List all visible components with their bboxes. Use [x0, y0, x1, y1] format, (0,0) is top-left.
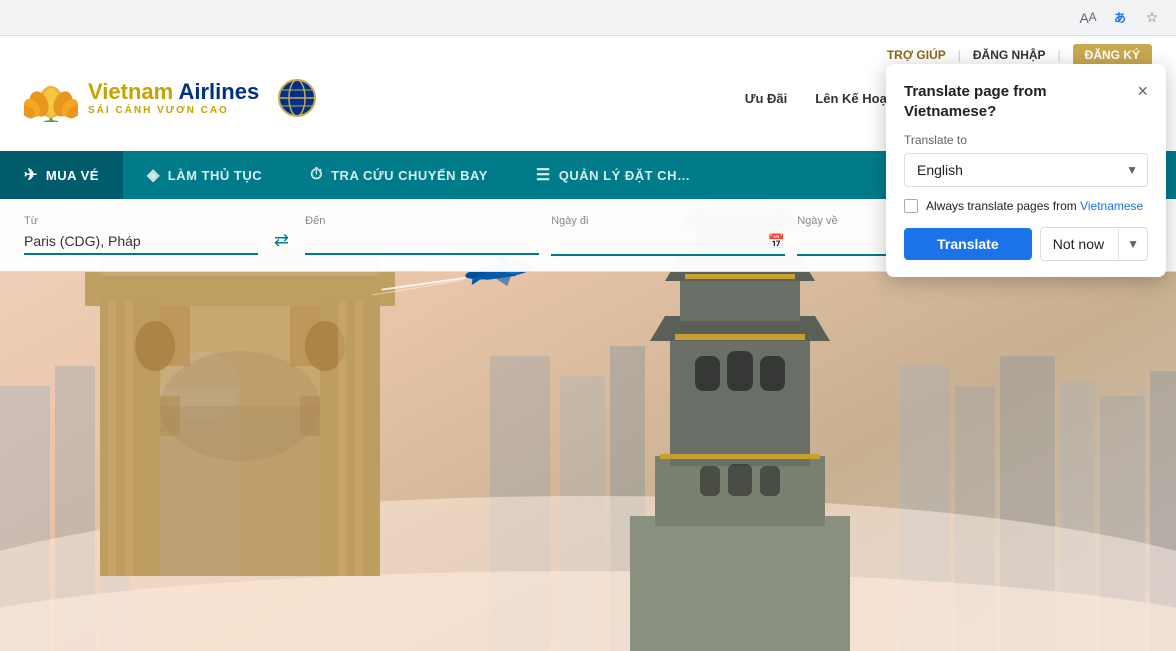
always-translate-checkbox[interactable] — [904, 199, 918, 213]
language-select-wrapper: English French German Spanish Chinese ▼ — [904, 153, 1148, 187]
logo-vietnam: Vietnam — [88, 79, 173, 104]
bookmark-icon[interactable]: ☆ — [1140, 6, 1164, 30]
tab-flight-search-label: TRA CỨU CHUYẾN BAY — [331, 168, 488, 183]
logo-airlines: Airlines — [178, 79, 259, 104]
globe-badge-icon — [277, 78, 317, 118]
to-field: Đến — [305, 215, 539, 255]
tab-buy-ticket-label: MUA VÉ — [46, 168, 99, 183]
always-translate-row: Always translate pages from Vietnamese — [904, 199, 1148, 213]
not-now-button[interactable]: Not now — [1041, 228, 1116, 260]
tab-checkin-label: LÀM THỦ TỤC — [168, 168, 262, 183]
to-input[interactable] — [305, 229, 539, 255]
language-select[interactable]: English French German Spanish Chinese — [904, 153, 1148, 187]
departure-field: Ngày đi 📅 — [551, 215, 785, 256]
popup-actions: Translate Not now ▼ — [904, 227, 1148, 261]
translate-browser-icon[interactable]: あ — [1108, 6, 1132, 30]
swap-button[interactable]: ⇄ — [270, 226, 293, 255]
logo-tagline: SÁI CÁNH VƯƠN CAO — [88, 105, 259, 116]
logo-area: Vietnam Airlines SÁI CÁNH VƯƠN CAO — [24, 74, 317, 122]
logo-lotus-icon — [24, 74, 78, 122]
translate-button[interactable]: Translate — [904, 228, 1032, 260]
tab-manage-booking[interactable]: ☰ QUẢN LÝ ĐẶT CH… — [512, 151, 715, 199]
from-field: Từ — [24, 215, 258, 255]
help-link[interactable]: TRỢ GIÚP — [887, 48, 946, 62]
popup-header: Translate page from Vietnamese? × — [904, 82, 1148, 121]
translate-popup: Translate page from Vietnamese? × Transl… — [886, 64, 1166, 277]
translate-to-label: Translate to — [904, 133, 1148, 147]
tab-flight-search[interactable]: ⏱ TRA CỨU CHUYẾN BAY — [286, 151, 512, 199]
tab-manage-booking-label: QUẢN LÝ ĐẶT CH… — [559, 168, 691, 183]
not-now-dropdown-button[interactable]: ▼ — [1118, 229, 1147, 259]
divider-2: | — [1058, 48, 1061, 62]
checkin-icon: ◈ — [147, 165, 160, 185]
register-button[interactable]: ĐĂNG KÝ — [1073, 44, 1152, 66]
font-size-icon[interactable]: AA — [1076, 6, 1100, 30]
popup-title: Translate page from Vietnamese? — [904, 82, 1137, 121]
always-translate-label: Always translate pages from Vietnamese — [926, 199, 1143, 213]
nav-deals[interactable]: Ưu Đãi — [745, 91, 788, 106]
plane-icon: ✈ — [24, 165, 38, 185]
logo-text: Vietnam Airlines SÁI CÁNH VƯƠN CAO — [88, 80, 259, 115]
clock-icon: ⏱ — [310, 166, 323, 184]
tab-buy-ticket[interactable]: ✈ MUA VÉ — [0, 151, 123, 199]
login-link[interactable]: ĐĂNG NHẬP — [973, 48, 1046, 62]
booking-icon: ☰ — [536, 165, 551, 185]
from-input[interactable] — [24, 229, 258, 255]
source-language: Vietnamese — [1080, 199, 1143, 213]
departure-label: Ngày đi — [551, 215, 785, 227]
logo-airline-name: Vietnam Airlines — [88, 80, 259, 104]
departure-calendar-icon[interactable]: 📅 — [768, 233, 785, 250]
close-button[interactable]: × — [1137, 82, 1148, 100]
to-label: Đến — [305, 215, 539, 227]
page-wrapper: TRỢ GIÚP | ĐĂNG NHẬP | ĐĂNG KÝ — [0, 36, 1176, 651]
not-now-wrapper: Not now ▼ — [1040, 227, 1148, 261]
divider-1: | — [958, 48, 961, 62]
from-label: Từ — [24, 215, 258, 227]
tab-checkin[interactable]: ◈ LÀM THỦ TỤC — [123, 151, 286, 199]
browser-chrome-bar: AA あ ☆ — [0, 0, 1176, 36]
